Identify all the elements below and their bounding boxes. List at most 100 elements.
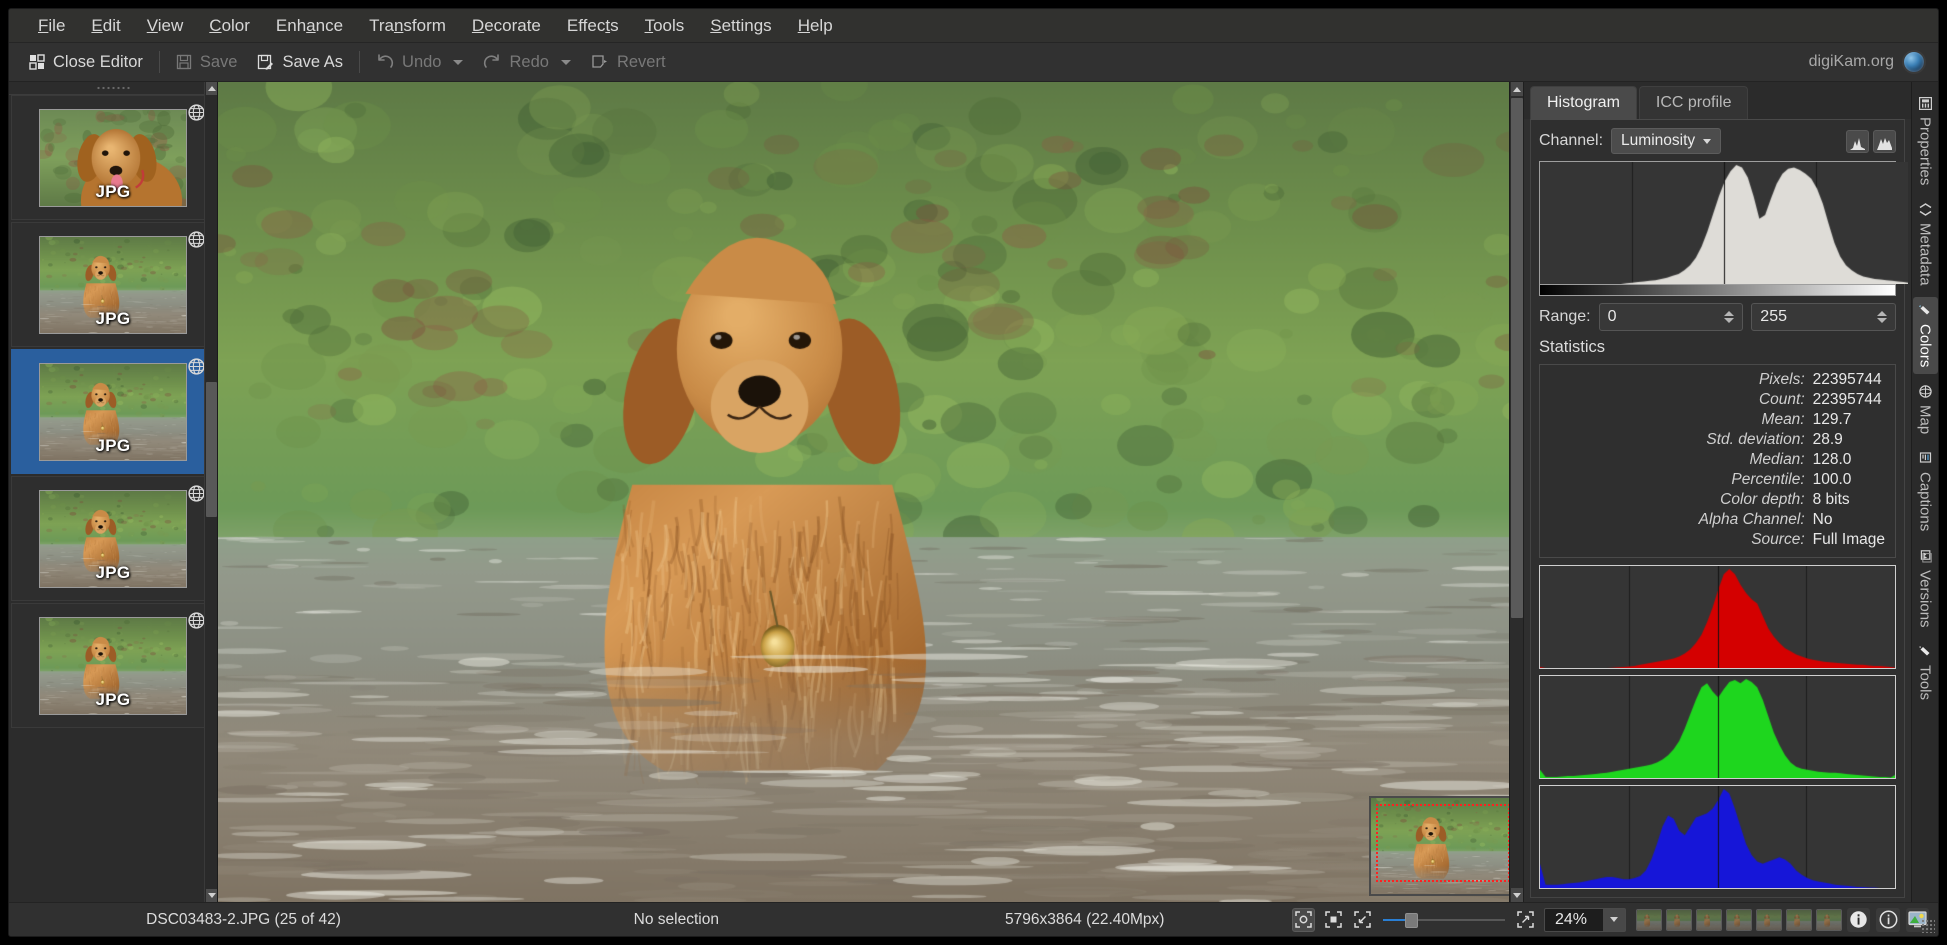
rail-tab-metadata[interactable]: Metadata xyxy=(1913,196,1938,293)
save-as-button[interactable]: Save As xyxy=(247,49,353,76)
filmstrip-scroll-down[interactable] xyxy=(206,889,217,902)
canvas-vertical-scrollbar[interactable] xyxy=(1509,82,1523,902)
menu-file[interactable]: File xyxy=(25,12,78,40)
filmstrip-drag-handle[interactable] xyxy=(9,82,217,94)
tab-icc-profile[interactable]: ICC profile xyxy=(1639,86,1749,119)
rail-tab-colors[interactable]: Colors xyxy=(1913,297,1938,374)
filmstrip-scrollbar[interactable] xyxy=(204,82,217,902)
tab-histogram[interactable]: Histogram xyxy=(1530,86,1637,119)
info-filled-icon[interactable] xyxy=(1847,908,1870,932)
captions-icon xyxy=(1919,452,1932,465)
range-min-input[interactable]: 0 xyxy=(1599,303,1744,331)
window-resize-grip[interactable] xyxy=(1921,919,1935,933)
geotag-globe-icon[interactable] xyxy=(188,231,205,248)
brand-label: digiKam.org xyxy=(1809,53,1894,71)
thumbbar-icon-2[interactable] xyxy=(1666,909,1692,931)
filmstrip-thumbnail[interactable]: JPG xyxy=(39,363,187,461)
filmstrip-item[interactable]: JPG xyxy=(11,95,215,220)
digikam-globe-icon[interactable] xyxy=(1902,50,1926,74)
filmstrip-item[interactable]: JPG xyxy=(11,349,215,474)
image-canvas-holder[interactable] xyxy=(218,82,1523,902)
rail-tab-captions[interactable]: Captions xyxy=(1913,445,1938,538)
menu-tools[interactable]: Tools xyxy=(632,12,698,40)
right-side-panel: HistogramICC profile Channel: Luminosity xyxy=(1523,82,1911,902)
zoom-dropdown-arrow[interactable] xyxy=(1603,909,1625,931)
zoom-expand-icon[interactable] xyxy=(1514,908,1537,932)
redo-button[interactable]: Redo xyxy=(473,49,580,76)
menu-decorate[interactable]: Decorate xyxy=(459,12,554,40)
filmstrip-thumbnail[interactable]: JPG xyxy=(39,236,187,334)
histogram-gradient-bar xyxy=(1539,285,1896,296)
zoom-slider-knob[interactable] xyxy=(1405,913,1418,928)
thumbbar-icon-3[interactable] xyxy=(1696,909,1722,931)
filmstrip-item[interactable]: JPG xyxy=(11,603,215,728)
redo-dropdown-arrow[interactable] xyxy=(561,60,571,65)
file-format-badge: JPG xyxy=(40,182,186,202)
stat-value: 100.0 xyxy=(1813,471,1885,489)
save-button[interactable]: Save xyxy=(166,49,248,76)
thumbbar-icon-1[interactable] xyxy=(1636,909,1662,931)
scrollbar-thumb[interactable] xyxy=(1511,98,1523,618)
save-label: Save xyxy=(200,53,238,72)
redo-icon xyxy=(483,54,501,70)
scroll-down-arrow[interactable] xyxy=(1511,888,1523,902)
luminosity-histogram-box xyxy=(1539,161,1896,285)
zoom-level-combo[interactable]: 24% xyxy=(1544,908,1626,932)
range-row: Range: 0 255 xyxy=(1539,303,1896,331)
filmstrip-thumbnail[interactable]: JPG xyxy=(39,617,187,715)
filmstrip-item[interactable]: JPG xyxy=(11,222,215,347)
toolbar-separator-1 xyxy=(159,51,160,73)
geotag-globe-icon[interactable] xyxy=(188,612,205,629)
stat-key: Percentile: xyxy=(1550,471,1805,489)
menu-effects[interactable]: Effects xyxy=(554,12,632,40)
thumbbar-icon-7[interactable] xyxy=(1816,909,1842,931)
rail-tab-properties[interactable]: Properties xyxy=(1913,90,1938,192)
range-max-stepper[interactable] xyxy=(1877,311,1887,323)
toolbar-separator-2 xyxy=(359,51,360,73)
thumbbar-icon-4[interactable] xyxy=(1726,909,1752,931)
menu-help[interactable]: Help xyxy=(785,12,846,40)
menu-settings[interactable]: Settings xyxy=(697,12,784,40)
geotag-globe-icon[interactable] xyxy=(188,104,205,121)
filmstrip-list[interactable]: JPG JPG JPG JPG JPG xyxy=(9,94,217,902)
menu-enhance[interactable]: Enhance xyxy=(263,12,356,40)
linear-scale-icon[interactable] xyxy=(1846,130,1869,153)
menu-transform[interactable]: Transform xyxy=(356,12,459,40)
geotag-globe-icon[interactable] xyxy=(188,485,205,502)
thumbbar-icon-6[interactable] xyxy=(1786,909,1812,931)
filmstrip-scroll-up[interactable] xyxy=(206,82,217,95)
navigation-thumbnail[interactable] xyxy=(1369,796,1517,896)
filmstrip-thumbnail[interactable]: JPG xyxy=(39,490,187,588)
scroll-up-arrow[interactable] xyxy=(1511,82,1523,96)
rail-tab-tools[interactable]: Tools xyxy=(1913,638,1938,707)
zoom-slider[interactable] xyxy=(1383,910,1505,930)
channel-select[interactable]: Luminosity xyxy=(1611,128,1721,154)
zoom-level-value: 24% xyxy=(1545,911,1603,929)
filmstrip-item[interactable]: JPG xyxy=(11,476,215,601)
statistics-title: Statistics xyxy=(1539,338,1896,357)
navigation-viewport-rect[interactable] xyxy=(1376,804,1510,882)
rail-tab-versions[interactable]: Versions xyxy=(1913,543,1938,635)
save-as-label: Save As xyxy=(282,53,343,72)
fit-to-window-icon[interactable] xyxy=(1292,908,1315,932)
info-outline-icon[interactable] xyxy=(1876,908,1899,932)
geotag-globe-icon[interactable] xyxy=(188,358,205,375)
rail-tab-map[interactable]: Map xyxy=(1913,378,1938,441)
menu-color[interactable]: Color xyxy=(196,12,263,40)
revert-button[interactable]: Revert xyxy=(581,49,676,76)
close-editor-button[interactable]: Close Editor xyxy=(19,49,153,76)
zoom-to-100-icon[interactable] xyxy=(1351,908,1374,932)
undo-dropdown-arrow[interactable] xyxy=(453,60,463,65)
edited-image-canvas[interactable] xyxy=(218,82,1523,902)
menu-edit[interactable]: Edit xyxy=(78,12,133,40)
red-histogram-canvas xyxy=(1540,566,1895,668)
range-min-stepper[interactable] xyxy=(1724,311,1734,323)
thumbbar-icon-5[interactable] xyxy=(1756,909,1782,931)
logarithmic-scale-icon[interactable] xyxy=(1873,130,1896,153)
filmstrip-thumbnail[interactable]: JPG xyxy=(39,109,187,207)
fit-to-selection-icon[interactable] xyxy=(1321,908,1344,932)
undo-button[interactable]: Undo xyxy=(366,49,473,76)
filmstrip-scrollbar-thumb[interactable] xyxy=(206,382,217,517)
menu-view[interactable]: View xyxy=(134,12,197,40)
range-max-input[interactable]: 255 xyxy=(1751,303,1896,331)
